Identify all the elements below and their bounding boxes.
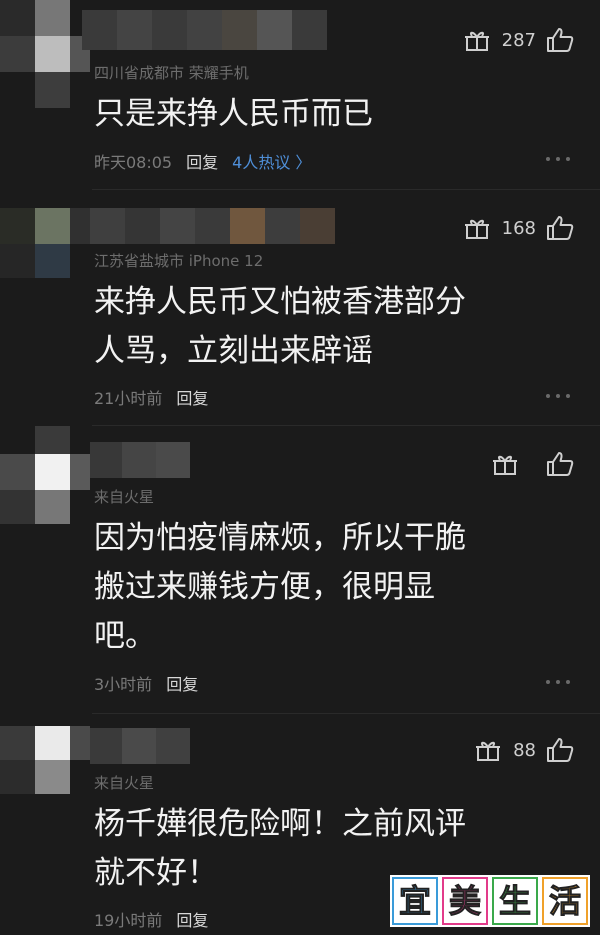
- watermark-char: 生: [492, 877, 538, 925]
- watermark-char: 活: [542, 877, 588, 925]
- thumbs-up-icon[interactable]: [546, 451, 574, 477]
- comment-footer: 21小时前 回复: [94, 385, 208, 409]
- location: 来自火星: [94, 488, 155, 506]
- action-bar: 168: [464, 212, 574, 244]
- timestamp: 昨天08:05: [94, 153, 173, 172]
- comment-footer: 3小时前 回复: [94, 671, 198, 695]
- more-options-icon[interactable]: [546, 393, 570, 399]
- username-censored[interactable]: [90, 728, 190, 768]
- avatar[interactable]: [0, 208, 90, 318]
- location: 来自火星: [94, 774, 155, 792]
- comment-item: 来自火星 因为怕疫情麻烦，所以干脆 搬过来赚钱方便，很明显 吧。 3小时前 回复: [0, 426, 600, 714]
- reply-button[interactable]: 回复: [176, 389, 208, 408]
- gift-icon[interactable]: [464, 28, 490, 52]
- reply-button[interactable]: 回复: [186, 153, 218, 172]
- comment-text: 只是来挣人民币而已: [94, 96, 373, 132]
- action-bar: 88: [475, 734, 574, 766]
- gift-icon[interactable]: [464, 216, 490, 240]
- like-count: 287: [501, 29, 536, 51]
- hot-discussion-link[interactable]: 4人热议 〉: [232, 153, 311, 172]
- watermark-char: 宜: [392, 877, 438, 925]
- timestamp: 21小时前: [94, 389, 163, 408]
- comment-text: 因为怕疫情麻烦，所以干脆 搬过来赚钱方便，很明显 吧。: [94, 520, 466, 654]
- comment-footer: 19小时前 回复: [94, 907, 208, 931]
- comment-item: 四川省成都市 荣耀手机 287 只是来挣人民币而已 昨天08:05 回复 4人热议 …: [0, 0, 600, 190]
- timestamp: 19小时前: [94, 911, 163, 930]
- thumbs-up-icon[interactable]: [546, 27, 574, 53]
- timestamp: 3小时前: [94, 675, 153, 694]
- watermark-logo: 宜 美 生 活: [390, 875, 590, 927]
- reply-button[interactable]: 回复: [176, 911, 208, 930]
- like-count: 88: [513, 739, 536, 761]
- watermark-char: 美: [442, 877, 488, 925]
- location-device: 四川省成都市 荣耀手机: [94, 64, 249, 82]
- avatar[interactable]: [0, 0, 90, 110]
- action-bar: [492, 448, 574, 480]
- username-censored[interactable]: [90, 208, 335, 248]
- comment-item: 江苏省盐城市 iPhone 12 168 来挣人民币又怕被香港部分 人骂，立刻出…: [0, 190, 600, 426]
- comment-text: 来挣人民币又怕被香港部分 人骂，立刻出来辟谣: [94, 284, 466, 369]
- avatar[interactable]: [0, 726, 90, 836]
- thumbs-up-icon[interactable]: [546, 215, 574, 241]
- location-device: 江苏省盐城市 iPhone 12: [94, 252, 264, 270]
- reply-button[interactable]: 回复: [166, 675, 198, 694]
- thumbs-up-icon[interactable]: [546, 737, 574, 763]
- avatar[interactable]: [0, 426, 90, 536]
- username-censored[interactable]: [90, 442, 190, 482]
- comment-footer: 昨天08:05 回复 4人热议 〉: [94, 149, 311, 173]
- like-count: 168: [501, 217, 536, 239]
- more-options-icon[interactable]: [546, 679, 570, 685]
- username-censored[interactable]: [82, 10, 327, 50]
- more-options-icon[interactable]: [546, 156, 570, 162]
- gift-icon[interactable]: [475, 738, 501, 762]
- gift-icon[interactable]: [492, 452, 518, 476]
- action-bar: 287: [464, 24, 574, 56]
